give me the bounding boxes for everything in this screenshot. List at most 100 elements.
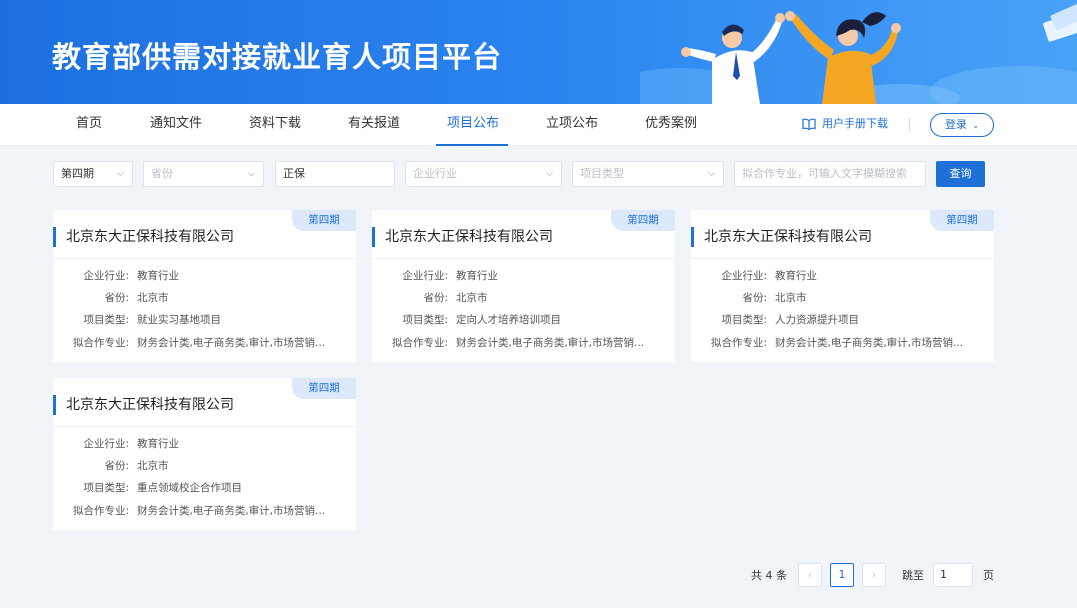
major-value: 财务会计类,电子商务类,审计,市场营销... [137, 505, 326, 517]
user-manual-label: 用户手册下载 [822, 117, 888, 130]
province-select-placeholder: 省份 [151, 167, 173, 180]
company-name: 北京东大正保科技有限公司 [372, 227, 553, 247]
project-type-label: 项目类型: [721, 314, 767, 326]
industry-select[interactable]: 企业行业 ⌵ [405, 161, 562, 187]
chevron-down-icon: ⌵ [708, 169, 715, 179]
major-label: 拟合作专业: [72, 505, 129, 517]
card-divider [691, 258, 994, 259]
period-select-value: 第四期 [61, 167, 94, 180]
nav-active-underline [436, 144, 508, 146]
keyword-input[interactable]: 正保 [275, 161, 395, 187]
project-card[interactable]: 第四期 北京东大正保科技有限公司 企业行业: 教育行业 省份: 北京市 项目类型… [53, 378, 356, 530]
period-badge: 第四期 [930, 210, 994, 231]
project-type-label: 项目类型: [402, 314, 448, 326]
goto-page-input[interactable]: 1 [933, 563, 973, 587]
book-icon [802, 118, 816, 131]
industry-row: 企业行业: 教育行业 [53, 436, 356, 452]
project-type-select[interactable]: 项目类型 ⌵ [572, 161, 724, 187]
province-value: 北京市 [137, 460, 169, 472]
nav-project-announcement[interactable]: 项目公布 [447, 104, 499, 146]
project-type-value: 人力资源提升项目 [775, 314, 859, 326]
user-manual-download-link[interactable]: 用户手册下载 [802, 104, 888, 146]
project-type-value: 定向人才培养培训项目 [456, 314, 561, 326]
project-type-row: 项目类型: 重点领域校企合作项目 [53, 480, 356, 496]
period-select[interactable]: 第四期 ⌵ [53, 161, 133, 187]
major-row: 拟合作专业: 财务会计类,电子商务类,审计,市场营销... [53, 335, 356, 351]
industry-row: 企业行业: 教育行业 [691, 268, 994, 284]
login-button[interactable]: 登录 ⌄ [930, 113, 994, 137]
province-row: 省份: 北京市 [53, 290, 356, 306]
industry-label: 企业行业: [83, 438, 129, 450]
period-badge: 第四期 [611, 210, 675, 231]
card-divider [53, 258, 356, 259]
major-value: 财务会计类,电子商务类,审计,市场营销... [137, 337, 326, 349]
nav-home[interactable]: 首页 [76, 104, 102, 146]
nav-notices[interactable]: 通知文件 [150, 104, 202, 146]
industry-label: 企业行业: [83, 270, 129, 282]
project-type-row: 项目类型: 定向人才培养培训项目 [372, 312, 675, 328]
province-value: 北京市 [137, 292, 169, 304]
card-divider [372, 258, 675, 259]
banner-illustration [640, 4, 1077, 104]
industry-value: 教育行业 [137, 270, 179, 282]
pagination-total: 共 4 条 [751, 569, 787, 582]
industry-value: 教育行业 [137, 438, 179, 450]
industry-value: 教育行业 [775, 270, 817, 282]
period-badge: 第四期 [292, 378, 356, 399]
keyword-input-value: 正保 [283, 167, 305, 180]
query-button[interactable]: 查询 [936, 161, 985, 187]
province-value: 北京市 [456, 292, 488, 304]
province-row: 省份: 北京市 [691, 290, 994, 306]
industry-label: 企业行业: [402, 270, 448, 282]
main-nav: 首页 通知文件 资料下载 有关报道 项目公布 立项公布 优秀案例 用户手册下载 … [0, 104, 1077, 146]
province-row: 省份: 北京市 [53, 458, 356, 474]
major-label: 拟合作专业: [710, 337, 767, 349]
prev-page-button[interactable]: ‹ [798, 563, 822, 587]
major-row: 拟合作专业: 财务会计类,电子商务类,审计,市场营销... [691, 335, 994, 351]
province-value: 北京市 [775, 292, 807, 304]
major-label: 拟合作专业: [391, 337, 448, 349]
industry-value: 教育行业 [456, 270, 498, 282]
project-type-label: 项目类型: [83, 314, 129, 326]
project-card[interactable]: 第四期 北京东大正保科技有限公司 企业行业: 教育行业 省份: 北京市 项目类型… [372, 210, 675, 362]
major-row: 拟合作专业: 财务会计类,电子商务类,审计,市场营销... [372, 335, 675, 351]
card-divider [53, 426, 356, 427]
chevron-down-icon: ⌵ [546, 169, 553, 179]
industry-label: 企业行业: [721, 270, 767, 282]
project-type-value: 重点领域校企合作项目 [137, 482, 242, 494]
chevron-down-icon: ⌵ [248, 169, 255, 179]
nav-downloads[interactable]: 资料下载 [249, 104, 301, 146]
project-card[interactable]: 第四期 北京东大正保科技有限公司 企业行业: 教育行业 省份: 北京市 项目类型… [691, 210, 994, 362]
project-type-row: 项目类型: 人力资源提升项目 [691, 312, 994, 328]
header-banner: 教育部供需对接就业育人项目平台 [0, 0, 1077, 104]
chevron-down-icon: ⌄ [972, 121, 980, 130]
project-card[interactable]: 第四期 北京东大正保科技有限公司 企业行业: 教育行业 省份: 北京市 项目类型… [53, 210, 356, 362]
company-name: 北京东大正保科技有限公司 [691, 227, 872, 247]
company-name: 北京东大正保科技有限公司 [53, 227, 234, 247]
major-search-input[interactable]: 拟合作专业，可输入文字模糊搜索 [734, 161, 926, 187]
province-label: 省份: [104, 292, 129, 304]
province-row: 省份: 北京市 [372, 290, 675, 306]
province-select[interactable]: 省份 ⌵ [143, 161, 264, 187]
chevron-down-icon: ⌵ [117, 169, 124, 179]
next-page-button[interactable]: › [862, 563, 886, 587]
nav-separator [909, 118, 910, 132]
province-label: 省份: [742, 292, 767, 304]
industry-row: 企业行业: 教育行业 [372, 268, 675, 284]
nav-approval-announcement[interactable]: 立项公布 [546, 104, 598, 146]
major-label: 拟合作专业: [72, 337, 129, 349]
nav-reports[interactable]: 有关报道 [348, 104, 400, 146]
major-row: 拟合作专业: 财务会计类,电子商务类,审计,市场营销... [53, 503, 356, 519]
company-name: 北京东大正保科技有限公司 [53, 395, 234, 415]
login-label: 登录 [944, 118, 967, 131]
province-label: 省份: [423, 292, 448, 304]
industry-select-placeholder: 企业行业 [413, 167, 457, 180]
project-type-row: 项目类型: 就业实习基地项目 [53, 312, 356, 328]
page-1-button[interactable]: 1 [830, 563, 854, 587]
period-badge: 第四期 [292, 210, 356, 231]
major-value: 财务会计类,电子商务类,审计,市场营销... [456, 337, 645, 349]
nav-excellent-cases[interactable]: 优秀案例 [645, 104, 697, 146]
site-title: 教育部供需对接就业育人项目平台 [52, 40, 503, 74]
major-search-placeholder: 拟合作专业，可输入文字模糊搜索 [742, 167, 907, 180]
goto-label: 跳至 [902, 569, 924, 582]
